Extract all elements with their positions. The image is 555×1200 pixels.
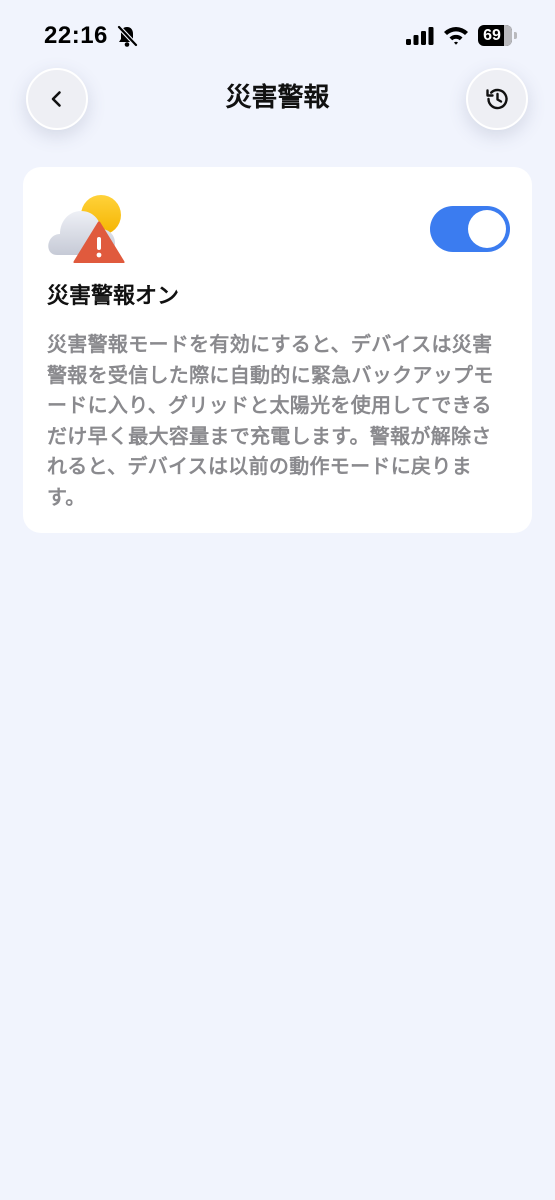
cellular-signal-icon: [406, 27, 434, 45]
status-time: 22:16: [44, 22, 108, 49]
disaster-alert-toggle[interactable]: [430, 206, 510, 252]
battery-icon: 69: [478, 25, 512, 46]
toggle-knob: [468, 210, 506, 248]
card-description: 災害警報モードを有効にすると、デバイスは災害警報を受信した際に自動的に緊急バック…: [47, 332, 494, 509]
card-title: 災害警報オン: [47, 284, 180, 309]
header: 災害警報: [0, 66, 555, 130]
status-bar: 22:16 69: [0, 0, 555, 72]
battery-tip: [514, 32, 517, 39]
disaster-alert-card: 災害警報オン 災害警報モードを有効にすると、デバイスは災害警報を受信した際に自動…: [23, 167, 532, 533]
battery-level: 69: [483, 27, 501, 44]
cloud-sun-warning-icon: [48, 195, 125, 263]
history-button[interactable]: [466, 68, 528, 130]
wifi-icon: [444, 27, 468, 45]
history-icon: [486, 88, 508, 110]
bell-slash-icon: [117, 25, 138, 47]
